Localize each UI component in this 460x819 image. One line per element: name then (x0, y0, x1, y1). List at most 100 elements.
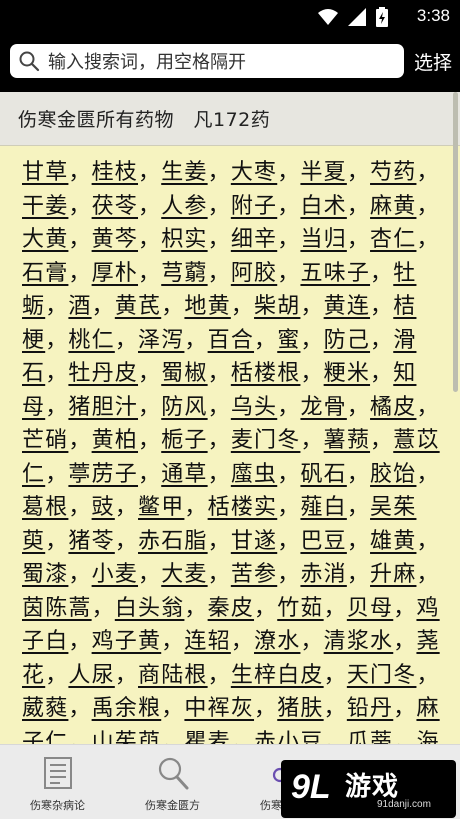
drug-link[interactable]: 酒 (68, 294, 91, 319)
drug-link[interactable]: 芎藭 (161, 261, 207, 286)
drug-link[interactable]: 黄芪 (115, 294, 161, 319)
drug-link[interactable]: 大枣 (231, 160, 277, 185)
drug-link[interactable]: 薤白 (300, 495, 346, 520)
drug-link[interactable]: 石膏 (22, 261, 68, 286)
drug-link[interactable]: 蜀漆 (22, 562, 68, 587)
separator: ， (277, 160, 301, 185)
drug-link[interactable]: 半夏 (300, 160, 346, 185)
drug-link[interactable]: 桂枝 (92, 160, 138, 185)
search-input[interactable]: 输入搜索词，用空格隔开 (10, 44, 404, 78)
drug-link[interactable]: 葛根 (22, 495, 68, 520)
drug-link[interactable]: 粳米 (324, 361, 370, 386)
drug-link[interactable]: 天门冬 (347, 663, 417, 688)
drug-link[interactable]: 山茱萸 (92, 730, 162, 745)
drug-link[interactable]: 赤石脂 (138, 529, 208, 554)
drug-link[interactable]: 白术 (300, 194, 346, 219)
drug-link[interactable]: 通草 (161, 462, 207, 487)
scrollbar[interactable] (453, 92, 458, 392)
separator: ， (300, 327, 324, 353)
drug-link[interactable]: 苦参 (231, 562, 277, 587)
drug-link[interactable]: 茵陈蒿 (22, 596, 92, 621)
drug-link[interactable]: 生姜 (161, 160, 207, 185)
drug-link[interactable]: 橘皮 (370, 395, 416, 420)
drug-link[interactable]: 鳖甲 (138, 495, 184, 520)
drug-link[interactable]: 黄芩 (92, 227, 138, 252)
drug-link[interactable]: 禹余粮 (92, 696, 162, 721)
drug-link[interactable]: 赤消 (300, 562, 346, 587)
drug-link[interactable]: 五味子 (300, 261, 370, 286)
drug-link[interactable]: 蜜 (277, 328, 300, 353)
drug-link[interactable]: 小麦 (92, 562, 138, 587)
drug-link[interactable]: 栀子 (161, 428, 207, 453)
drug-link[interactable]: 巴豆 (300, 529, 346, 554)
drug-link[interactable]: 鸡子黄 (92, 629, 162, 654)
drug-link[interactable]: 桃仁 (68, 328, 114, 353)
drug-link[interactable]: 升麻 (370, 562, 416, 587)
drug-link[interactable]: 中裈灰 (184, 696, 254, 721)
drug-link[interactable]: 阿胶 (231, 261, 277, 286)
drug-link[interactable]: 赤小豆 (254, 730, 324, 745)
drug-link[interactable]: 干姜 (22, 194, 68, 219)
drug-link[interactable]: 百合 (208, 328, 254, 353)
drug-link[interactable]: 龙骨 (300, 395, 346, 420)
drug-link[interactable]: 商陆根 (138, 663, 208, 688)
drug-link[interactable]: 白头翁 (115, 596, 185, 621)
drug-link[interactable]: 猪苓 (68, 529, 114, 554)
drug-link[interactable]: 薯蓣 (324, 428, 370, 453)
separator: ， (393, 696, 417, 721)
drug-link[interactable]: 黄连 (324, 294, 370, 319)
drug-link[interactable]: 乌头 (231, 395, 277, 420)
separator: ， (45, 361, 69, 386)
drug-link[interactable]: 麦门冬 (231, 428, 301, 453)
drug-link[interactable]: 枳实 (161, 227, 207, 252)
drug-link[interactable]: 清浆水 (324, 629, 394, 654)
drug-link[interactable]: 牡丹皮 (68, 361, 138, 386)
drug-link[interactable]: 大麦 (161, 562, 207, 587)
drug-link[interactable]: 芍药 (370, 160, 416, 185)
select-button[interactable]: 选择 (414, 48, 452, 75)
drug-link[interactable]: 麻黄 (370, 194, 416, 219)
drug-link[interactable]: 生梓白皮 (231, 663, 324, 688)
drug-link[interactable]: 瓜蒂 (347, 730, 393, 745)
drug-link[interactable]: 甘草 (22, 160, 68, 185)
drug-link[interactable]: 栝楼根 (231, 361, 301, 386)
tab-shanghan-zabinglun[interactable]: 伤寒杂病论 (0, 745, 115, 819)
drug-link[interactable]: 人尿 (68, 663, 114, 688)
drug-link[interactable]: 大黄 (22, 227, 68, 252)
drug-link[interactable]: 细辛 (231, 227, 277, 252)
drug-link[interactable]: 防风 (161, 395, 207, 420)
drug-link[interactable]: 甘遂 (231, 529, 277, 554)
drug-link[interactable]: 芒硝 (22, 428, 68, 453)
drug-link[interactable]: 潦水 (254, 629, 300, 654)
drug-link[interactable]: 柴胡 (254, 294, 300, 319)
drug-link[interactable]: 猪肤 (277, 696, 323, 721)
drug-link[interactable]: 人参 (161, 194, 207, 219)
drug-link[interactable]: 猪胆汁 (68, 395, 138, 420)
drug-link[interactable]: 附子 (231, 194, 277, 219)
tab-shanghan-jinkui-fang[interactable]: 伤寒金匮方 (115, 745, 230, 819)
drug-link[interactable]: 铅丹 (347, 696, 393, 721)
drug-link[interactable]: 茯苓 (92, 194, 138, 219)
drug-link[interactable]: 瞿麦 (184, 730, 230, 745)
drug-link[interactable]: 雄黄 (370, 529, 416, 554)
drug-link[interactable]: 葳蕤 (22, 696, 68, 721)
drug-link[interactable]: 葶苈子 (68, 462, 138, 487)
drug-link[interactable]: 䗪虫 (231, 462, 277, 487)
drug-link[interactable]: 连轺 (184, 629, 230, 654)
drug-link[interactable]: 泽泻 (138, 328, 184, 353)
drug-link[interactable]: 贝母 (347, 596, 393, 621)
drug-link[interactable]: 矾石 (300, 462, 346, 487)
drug-link[interactable]: 胶饴 (370, 462, 416, 487)
drug-link[interactable]: 防己 (324, 328, 370, 353)
drug-link[interactable]: 地黄 (184, 294, 230, 319)
drug-link[interactable]: 竹茹 (277, 596, 323, 621)
drug-link[interactable]: 厚朴 (92, 261, 138, 286)
drug-link[interactable]: 秦皮 (208, 596, 254, 621)
drug-link[interactable]: 当归 (300, 227, 346, 252)
drug-link[interactable]: 豉 (92, 495, 115, 520)
drug-link[interactable]: 栝楼实 (208, 495, 278, 520)
separator: ， (138, 428, 162, 453)
drug-link[interactable]: 杏仁 (370, 227, 416, 252)
drug-link[interactable]: 蜀椒 (161, 361, 207, 386)
drug-link[interactable]: 黄柏 (92, 428, 138, 453)
